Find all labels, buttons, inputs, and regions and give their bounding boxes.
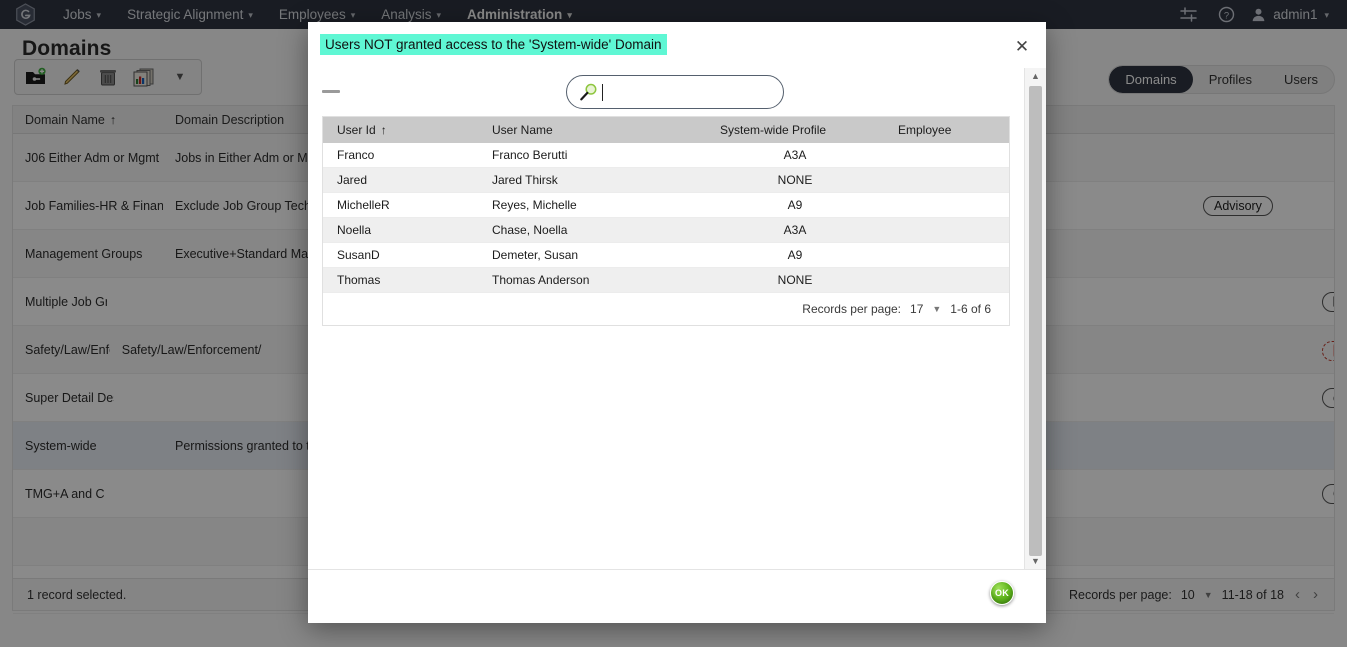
cell-user-name: Chase, Noella xyxy=(492,223,568,237)
modal-scrollbar[interactable]: ▲ ▼ xyxy=(1024,68,1046,569)
scrollbar-thumb[interactable] xyxy=(1029,86,1042,556)
cell-user-id: MichelleR xyxy=(337,198,390,212)
table-row[interactable]: Franco Franco Berutti A3A xyxy=(323,143,1009,168)
app-root: Jobs ▾ Strategic Alignment ▾ Employees ▾… xyxy=(0,0,1347,647)
chevron-down-icon[interactable]: ▼ xyxy=(932,304,941,314)
cell-user-name: Jared Thirsk xyxy=(492,173,558,187)
table-row[interactable]: MichelleR Reyes, Michelle A9 xyxy=(323,193,1009,218)
cell-user-id: Thomas xyxy=(337,273,381,287)
users-table: User Id ↑ User Name System-wide Profile … xyxy=(322,116,1010,326)
close-x-icon[interactable]: ✕ xyxy=(1012,36,1032,56)
scroll-up-arrow-icon[interactable]: ▲ xyxy=(1025,68,1046,84)
cell-user-name: Reyes, Michelle xyxy=(492,198,577,212)
column-label: Employee xyxy=(898,123,952,137)
cell-profile: NONE xyxy=(777,273,813,287)
cell-user-id: Franco xyxy=(337,148,375,162)
column-header-employee[interactable]: Employee xyxy=(884,123,1009,137)
cell-user-id: SusanD xyxy=(337,248,380,262)
records-per-page-value[interactable]: 17 xyxy=(910,302,923,316)
table-row[interactable]: SusanD Demeter, Susan A9 xyxy=(323,243,1009,268)
cell-profile: NONE xyxy=(777,173,813,187)
cell-user-name: Thomas Anderson xyxy=(492,273,590,287)
table-row[interactable]: Noella Chase, Noella A3A xyxy=(323,218,1009,243)
modal-table-pagination: Records per page: 17 ▼ 1-6 of 6 xyxy=(323,293,1009,325)
ok-button[interactable]: OK xyxy=(990,581,1014,605)
sort-ascending-icon: ↑ xyxy=(380,123,387,137)
modal-title: Users NOT granted access to the 'System-… xyxy=(320,34,667,55)
page-range-label: 1-6 of 6 xyxy=(950,302,991,316)
users-not-granted-modal: Users NOT granted access to the 'System-… xyxy=(308,22,1046,623)
table-row[interactable]: Jared Jared Thirsk NONE xyxy=(323,168,1009,193)
cell-profile: A9 xyxy=(787,198,803,212)
records-per-page-label: Records per page: xyxy=(802,302,902,316)
modal-header: Users NOT granted access to the 'System-… xyxy=(308,22,1046,68)
column-header-system-wide-profile[interactable]: System-wide Profile xyxy=(706,123,884,137)
table-row[interactable]: Thomas Thomas Anderson NONE xyxy=(323,268,1009,293)
collapse-dash-icon[interactable] xyxy=(322,90,340,93)
cell-user-id: Noella xyxy=(337,223,372,237)
cell-user-name: Franco Berutti xyxy=(492,148,568,162)
search-input-wrapper[interactable] xyxy=(566,75,784,109)
cell-profile: A3A xyxy=(783,223,807,237)
column-label: User Name xyxy=(492,123,553,137)
cell-profile: A3A xyxy=(783,148,807,162)
column-label: User Id xyxy=(337,123,376,137)
cell-user-name: Demeter, Susan xyxy=(492,248,579,262)
search-text-cursor xyxy=(602,83,603,101)
column-header-user-name[interactable]: User Name xyxy=(478,123,706,137)
column-label: System-wide Profile xyxy=(720,123,827,137)
modal-footer: OK xyxy=(308,569,1046,623)
magnifier-search-icon xyxy=(580,83,597,100)
pagination-controls: Records per page: 17 ▼ 1-6 of 6 xyxy=(802,302,1009,316)
column-header-user-id[interactable]: User Id ↑ xyxy=(323,123,478,137)
cell-user-id: Jared xyxy=(337,173,368,187)
scroll-down-arrow-icon[interactable]: ▼ xyxy=(1025,553,1046,569)
cell-profile: A9 xyxy=(787,248,803,262)
table-header-row: User Id ↑ User Name System-wide Profile … xyxy=(323,117,1009,143)
modal-body: User Id ↑ User Name System-wide Profile … xyxy=(308,68,1024,569)
